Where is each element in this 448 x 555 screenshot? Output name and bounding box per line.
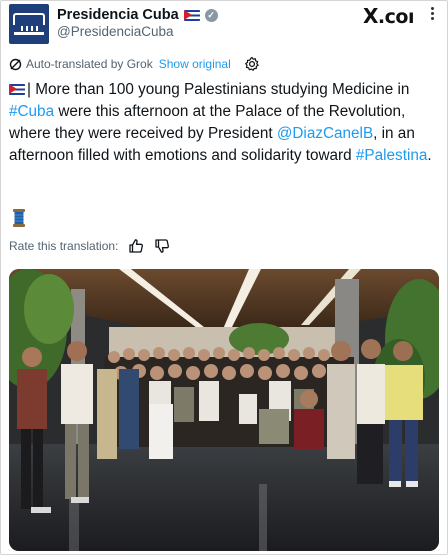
avatar[interactable] [9,4,49,44]
thumbs-up-icon[interactable] [128,238,144,254]
hashtag-palestina-link[interactable]: #Palestina [356,147,427,164]
thumbs-down-icon[interactable] [154,238,170,254]
hashtag-cuba-link[interactable]: #Cuba [9,103,54,120]
spool-of-thread-icon [13,209,25,227]
group-photo-image[interactable] [9,269,439,551]
more-options-icon[interactable] [431,7,435,20]
cuba-flag-icon [183,9,200,21]
tweet-card: Presidencia Cuba ✓ @PresidenciaCuba X.co… [0,0,448,555]
author-name-row: Presidencia Cuba ✓ [57,6,218,24]
translation-bar: Auto-translated by Grok Show original [9,56,260,72]
gear-icon[interactable] [244,56,260,72]
show-original-link[interactable]: Show original [159,57,231,71]
author-display-name[interactable]: Presidencia Cuba [57,7,179,23]
auto-translated-label: Auto-translated by Grok [26,57,153,71]
cuba-flag-icon [9,84,25,95]
rate-translation-label: Rate this translation: [9,239,119,253]
author-handle[interactable]: @PresidenciaCuba [57,24,174,39]
grok-icon [9,58,22,70]
presidency-seal-icon [13,13,45,25]
group-photo-scene [9,269,439,551]
verified-badge-icon[interactable]: ✓ [204,8,218,22]
site-logo: X.coı [363,4,414,28]
rate-translation-row: Rate this translation: [9,237,170,255]
tweet-body: | More than 100 young Palestinians study… [9,81,432,164]
mention-diazcanelb-link[interactable]: @DiazCanelB [277,125,373,142]
